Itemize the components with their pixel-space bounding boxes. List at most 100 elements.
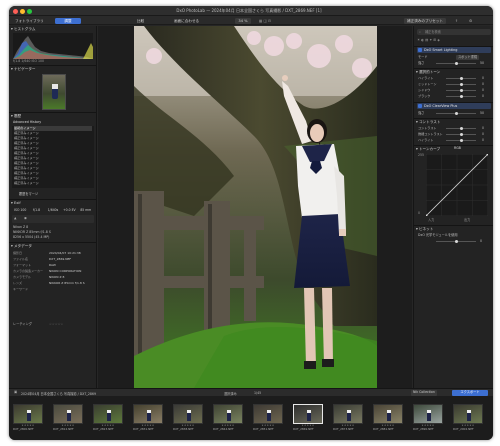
fit-screen-button[interactable]: 画面に合わせる — [174, 18, 199, 24]
settings-icon[interactable]: ⚙ — [469, 18, 472, 24]
exif-badges: ▲ ◉ — [12, 215, 94, 223]
clearview-header[interactable]: DxO ClearView Plus — [417, 103, 491, 109]
filmstrip-thumbnail[interactable] — [293, 404, 323, 424]
slider-value[interactable]: 0 — [482, 88, 484, 93]
exif-quick-values: ISO 100 f/1.8 1/640s +0.0 EV 85 mm — [12, 207, 94, 213]
vignette-slider[interactable] — [436, 240, 476, 243]
slider-knob[interactable] — [455, 62, 458, 65]
adjustment-slider[interactable] — [446, 95, 476, 98]
history-list[interactable]: 最初のイメージ 補正済みイメージ 補正済みイメージ 補正済みイメージ 補正済みイメージ補… — [12, 126, 94, 188]
thumbnail-filename: DXT_2844.NEF — [213, 427, 234, 431]
thumbnail-filename: DXT_2851.NEF — [253, 427, 274, 431]
navigator-header[interactable]: ▾ ナビゲーター — [11, 66, 36, 72]
rating-stars-icon[interactable]: ☆☆☆☆☆ — [49, 322, 63, 327]
slider-knob[interactable] — [455, 112, 458, 115]
curve-channel[interactable]: RGB — [454, 146, 461, 151]
slider-knob[interactable] — [460, 77, 463, 80]
navigator-preview[interactable] — [42, 74, 66, 110]
slider-knob[interactable] — [460, 139, 463, 142]
thumbnail-filename: DXT_2890.NEF — [413, 427, 434, 431]
filmstrip-thumbnail[interactable] — [453, 404, 483, 424]
slider-value[interactable]: 0 — [482, 138, 484, 143]
image-viewer[interactable] — [98, 26, 412, 388]
histogram-stats: f/1.8 1/640 ISO 100 — [13, 59, 45, 63]
preset-button[interactable]: 補正済みのプリセット — [404, 17, 446, 24]
folder-path[interactable]: 2024年04月 日本全国さくら 写真撮影 / DXT_2869 — [21, 391, 96, 396]
filmstrip-thumbnail[interactable] — [333, 404, 363, 424]
metadata-header[interactable]: ▾ メタデータ — [11, 243, 32, 249]
slider-knob[interactable] — [460, 89, 463, 92]
navigator-subject-top — [52, 84, 58, 89]
zoom-level[interactable]: 34 % — [235, 17, 251, 24]
clearview-value[interactable]: 50 — [480, 111, 484, 116]
exif-header[interactable]: ▾ Exif — [11, 200, 21, 206]
filmstrip-thumbnail[interactable] — [133, 404, 163, 424]
thumbnail-subject — [427, 410, 431, 421]
adjustment-slider[interactable] — [446, 77, 476, 80]
selective-tones-header[interactable]: ▾ 選択的トーン — [416, 69, 440, 75]
smart-lighting-header[interactable]: DxO Smart Lighting — [417, 47, 491, 53]
rating-label: レーティング — [13, 322, 32, 326]
thumbnail-subject — [147, 410, 151, 421]
slider-knob[interactable] — [460, 83, 463, 86]
filmstrip-thumbnail[interactable] — [373, 404, 403, 424]
slider-value[interactable]: 0 — [482, 126, 484, 131]
filmstrip-thumbnail[interactable] — [213, 404, 243, 424]
adjustment-slider[interactable] — [446, 133, 476, 136]
slider-knob[interactable] — [460, 95, 463, 98]
filmstrip-thumbnail[interactable] — [253, 404, 283, 424]
compare-button[interactable]: 比較 — [137, 18, 144, 24]
tab-customize[interactable]: 調整 — [55, 17, 81, 24]
slider-value[interactable]: 0 — [482, 94, 484, 99]
history-item[interactable]: 補正済みイメージ — [14, 181, 92, 186]
adjustment-slider[interactable] — [446, 127, 476, 130]
clearview-slider[interactable] — [436, 112, 476, 115]
export-button[interactable]: エクスポート — [452, 390, 488, 396]
share-icon[interactable]: ⇪ — [455, 18, 458, 24]
exif-value: 1/640s — [47, 208, 59, 212]
strength-value[interactable]: 50 — [480, 61, 484, 66]
slider-value[interactable]: 0 — [482, 76, 484, 81]
clearview-toggle[interactable] — [418, 104, 422, 108]
strength-slider[interactable] — [436, 62, 476, 65]
minimize-window-button[interactable] — [20, 8, 25, 14]
vignette-header[interactable]: ▾ ビネット — [416, 226, 433, 232]
filmstrip-thumbnail[interactable] — [93, 404, 123, 424]
filmstrip-thumbnail[interactable] — [173, 404, 203, 424]
close-window-button[interactable] — [13, 8, 18, 14]
slider-knob[interactable] — [455, 240, 458, 243]
right-panel: ⌕ 補正を検索 ☀ ◐ ▤ ✦ ⊞ ◈ DxO Smart Lighting モ… — [413, 26, 493, 388]
tone-curve-graph[interactable] — [426, 154, 488, 216]
panel-tabs-icon[interactable]: ☀ ◐ ▤ ✦ ⊞ ◈ — [417, 38, 491, 44]
tab-photo-library[interactable]: フォトライブラリ — [15, 18, 44, 24]
histogram-header[interactable]: ▾ ヒストグラム — [11, 26, 35, 32]
thumbnail-subject — [27, 410, 31, 421]
smart-lighting-toggle[interactable] — [418, 48, 422, 52]
vignette-value[interactable]: 0 — [480, 239, 482, 244]
nik-collection-button[interactable]: Nik Collection — [411, 390, 437, 396]
contrast-header[interactable]: ▾ コントラスト — [416, 119, 440, 125]
vignette-option[interactable]: DxO 光学モジュールを使用 — [418, 233, 458, 238]
search-input[interactable]: ⌕ 補正を検索 — [417, 29, 491, 35]
tone-curve-header[interactable]: ▾ トーンカーブ — [416, 146, 440, 152]
zoom-window-button[interactable] — [27, 8, 32, 14]
slider-label: 微細コントラスト — [418, 132, 443, 136]
adjustment-slider[interactable] — [446, 83, 476, 86]
slider-label: シャドウ — [418, 88, 431, 92]
slider-knob[interactable] — [460, 133, 463, 136]
slider-value[interactable]: 0 — [482, 132, 484, 137]
filmstrip[interactable]: ★★★★★ DXT_2800.NEF ★★★★★ DXT_2812.NEF ★★★★★ D… — [9, 396, 493, 440]
view-mode-icon[interactable]: ▦ ◫ ⊟ — [259, 18, 271, 24]
metadata-value[interactable]: NIKKOR Z 85mm f/1.8 S — [49, 280, 95, 286]
adjustment-slider[interactable] — [446, 89, 476, 92]
filmstrip-thumbnail[interactable] — [413, 404, 443, 424]
filmstrip-thumbnail[interactable] — [13, 404, 43, 424]
history-header[interactable]: ▾ 履歴 — [11, 113, 21, 119]
histogram-graph — [13, 33, 93, 59]
filmstrip-thumbnail[interactable] — [53, 404, 83, 424]
mode-select[interactable]: スポット重視 — [456, 55, 480, 60]
slider-value[interactable]: 0 — [482, 82, 484, 87]
history-merge-button[interactable]: 履歴をマージ — [19, 192, 38, 197]
slider-knob[interactable] — [460, 127, 463, 130]
adjustment-slider[interactable] — [446, 139, 476, 142]
